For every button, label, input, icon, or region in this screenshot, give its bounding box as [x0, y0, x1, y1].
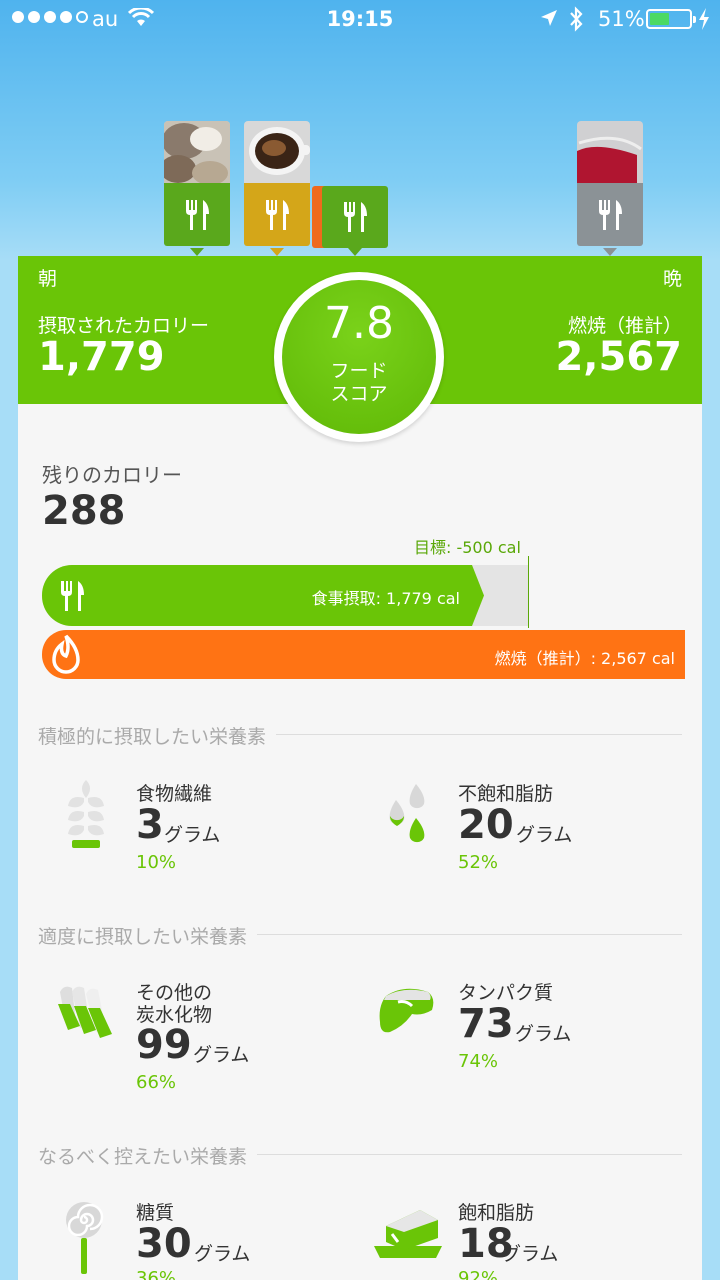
meal-marker-dinner[interactable] — [577, 121, 643, 246]
meal-marker-breakfast[interactable] — [164, 121, 230, 246]
calorie-goal-label: 目標: -500 cal — [414, 538, 521, 557]
status-bar: au 19:15 51% — [0, 0, 720, 40]
fork-knife-icon — [186, 199, 209, 230]
intake-value: 1,779 — [38, 334, 165, 380]
burn-bar-label: 燃焼（推計）: 2,567 cal — [494, 649, 675, 668]
remaining-calories-value: 288 — [42, 488, 126, 534]
carbs-unit: グラム — [193, 1044, 250, 1066]
battery-percent: 51% — [598, 7, 645, 31]
meal-photo-coffee — [244, 121, 310, 183]
food-score-label-line2: スコア — [330, 383, 388, 405]
food-score-value: 7.8 — [324, 298, 394, 349]
sat-fat-percent: 92% — [458, 1268, 499, 1280]
battery-icon — [646, 9, 696, 29]
wheat-icon — [68, 780, 104, 848]
unsat-fat-amount: 20 — [458, 802, 514, 848]
steak-icon — [379, 988, 434, 1033]
unsat-fat-percent: 52% — [458, 852, 499, 873]
section-title-moderate: 適度に摂取したい栄養素 — [38, 922, 258, 949]
carbs-name-line1: その他の — [136, 982, 213, 1004]
timeline-end-label: 晩 — [662, 268, 682, 290]
butter-icon — [374, 1210, 442, 1258]
fiber-amount: 3 — [136, 802, 164, 848]
sat-fat-unit: グラム — [502, 1243, 559, 1265]
meal-tag — [577, 183, 643, 246]
sugar-amount: 30 — [136, 1221, 192, 1267]
meal-marker-snack[interactable] — [322, 186, 388, 248]
bluetooth-icon — [570, 6, 583, 32]
meal-photo-wine — [577, 121, 643, 183]
meal-tag — [244, 183, 310, 246]
meal-marker-lunch[interactable] — [244, 121, 310, 246]
fork-knife-icon — [599, 199, 622, 230]
section-title-encourage: 積極的に摂取したい栄養素 — [38, 722, 277, 749]
unsat-fat-unit: グラム — [516, 824, 573, 846]
goal-marker-line — [528, 556, 529, 628]
charging-bolt-icon — [699, 8, 709, 30]
meal-tag — [322, 186, 388, 248]
intake-bar-label: 食事摂取: 1,779 cal — [311, 589, 460, 608]
daily-summary-card: 朝 晩 摂取されたカロリー 1,779 燃焼（推計） 2,567 7.8 フード… — [18, 256, 702, 1280]
fork-knife-icon — [344, 202, 367, 232]
protein-percent: 74% — [458, 1051, 499, 1072]
sugar-percent: 36% — [136, 1268, 177, 1280]
oil-drops-icon — [389, 784, 425, 843]
sugar-unit: グラム — [194, 1243, 251, 1265]
bread-icon — [58, 986, 112, 1038]
timeline-start-label: 朝 — [38, 268, 58, 290]
location-arrow-icon — [541, 10, 557, 26]
remaining-calories-label: 残りのカロリー — [42, 463, 182, 487]
food-score-badge: 7.8 フード スコア — [282, 280, 436, 434]
fork-knife-icon — [266, 199, 289, 230]
protein-amount: 73 — [458, 1001, 514, 1047]
protein-unit: グラム — [515, 1023, 572, 1045]
burn-value: 2,567 — [555, 334, 682, 380]
food-score-button[interactable]: 7.8 フード スコア — [274, 272, 444, 442]
lollipop-icon — [66, 1202, 104, 1274]
meal-photo-rice — [164, 121, 230, 183]
fiber-percent: 10% — [136, 852, 177, 873]
section-title-limit: なるべく控えたい栄養素 — [38, 1142, 258, 1169]
carbs-percent: 66% — [136, 1072, 177, 1093]
meal-tag — [164, 183, 230, 246]
fiber-unit: グラム — [164, 824, 221, 846]
carbs-amount: 99 — [136, 1022, 192, 1068]
